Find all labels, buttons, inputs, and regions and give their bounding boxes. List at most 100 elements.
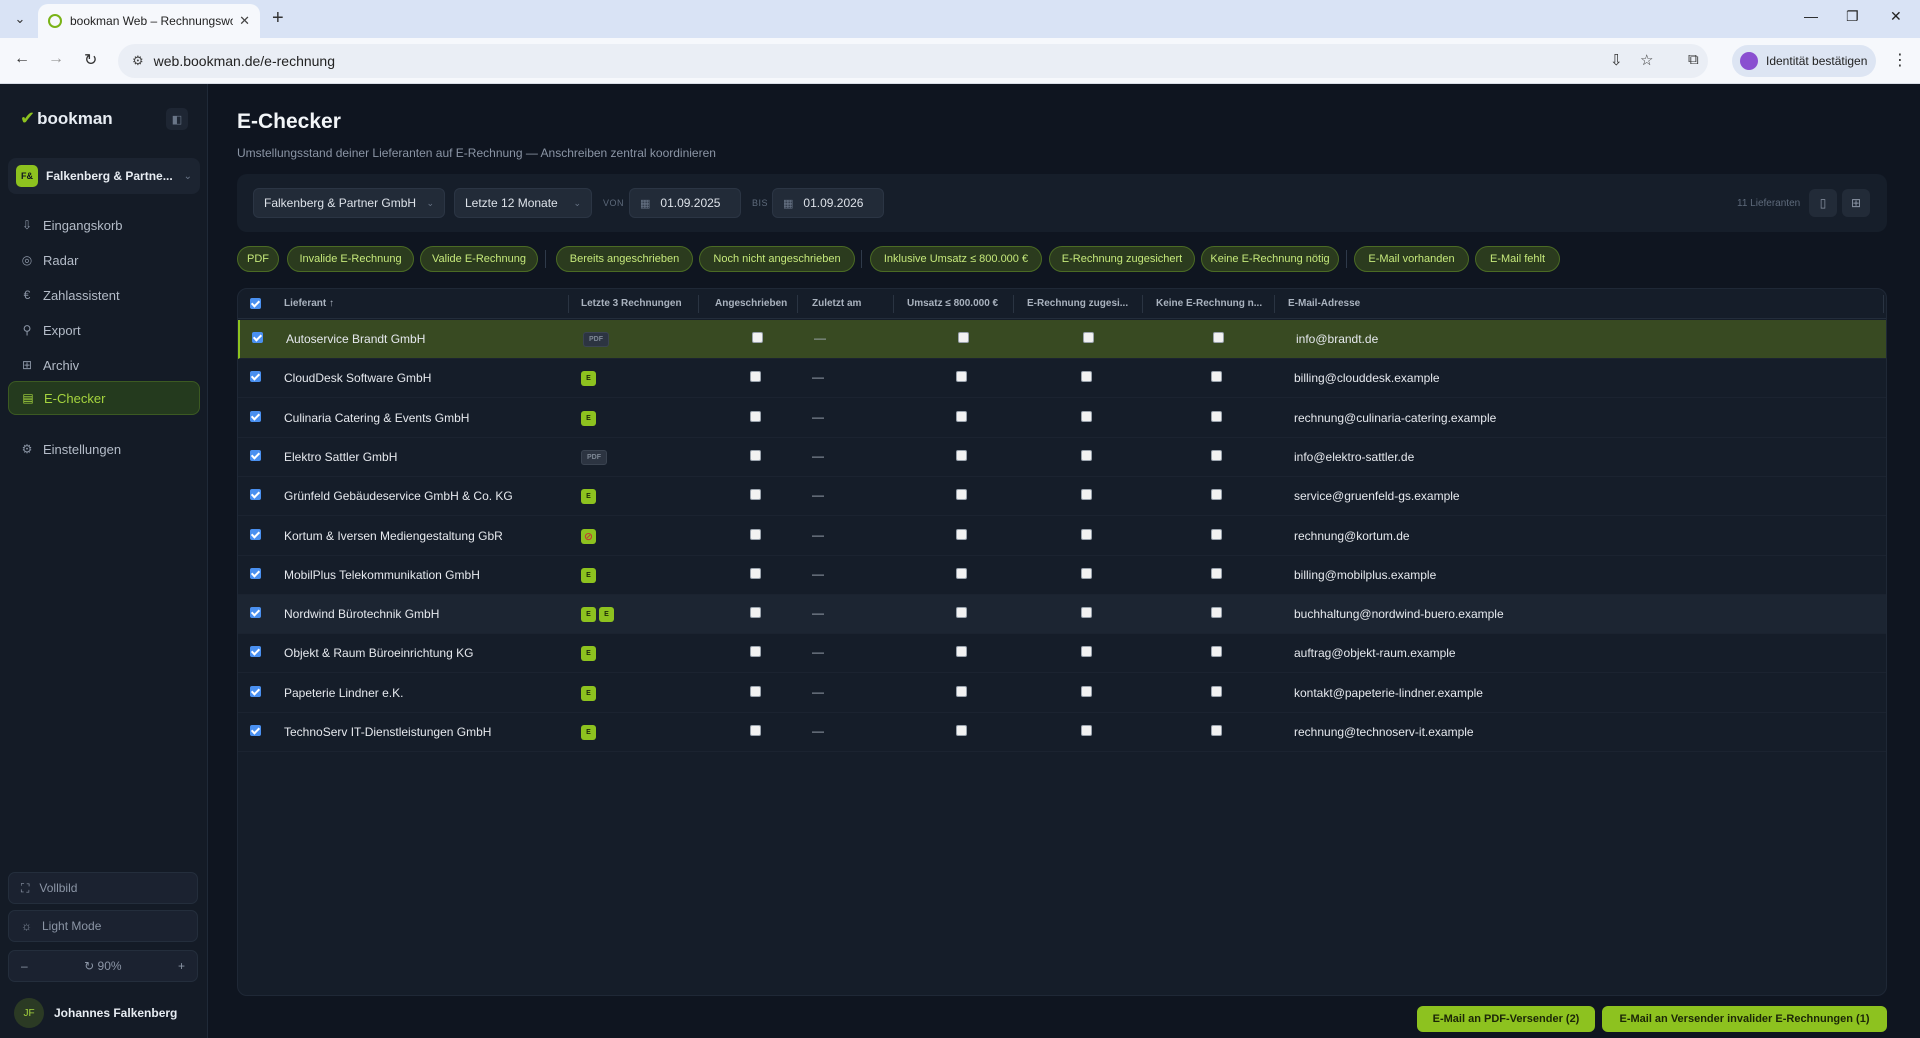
keine-e-rechnung-checkbox[interactable] [1211,489,1222,501]
chip-e-rechnung-zugesichert[interactable]: E-Rechnung zugesichert [1049,246,1195,272]
table-row[interactable]: CloudDesk Software GmbH E — billing@cloudde… [238,359,1886,399]
period-select[interactable]: Letzte 12 Monate ⌄ [454,188,592,218]
col-umsatz[interactable]: Umsatz ≤ 800.000 € [907,298,998,309]
supplier-email[interactable]: buchhaltung@nordwind-buero.example [1294,607,1504,621]
row-select-checkbox[interactable] [250,371,261,383]
e-rechnung-zugesichert-checkbox[interactable] [1081,528,1092,540]
supplier-email[interactable]: rechnung@kortum.de [1294,529,1410,543]
sidebar-item-radar[interactable]: ◎ Radar [8,243,200,277]
table-row[interactable]: Papeterie Lindner e.K. E — kontakt@papeteri… [238,674,1886,713]
sidebar-collapse-icon[interactable]: ◧ [166,108,188,130]
sidebar-item-export[interactable]: ⚲ Export [8,313,200,347]
supplier-email[interactable]: info@elektro-sattler.de [1294,450,1414,464]
tab-close-icon[interactable]: ✕ [239,13,250,29]
keine-e-rechnung-checkbox[interactable] [1211,528,1222,540]
row-select-checkbox[interactable] [250,528,261,540]
supplier-email[interactable]: rechnung@culinaria-catering.example [1294,411,1496,425]
e-rechnung-zugesichert-checkbox[interactable] [1081,489,1092,501]
supplier-email[interactable]: rechnung@technoserv-it.example [1294,725,1474,739]
fullscreen-button[interactable]: ⛶ Vollbild [8,872,198,904]
e-rechnung-zugesichert-checkbox[interactable] [1081,567,1092,579]
col-lieferant[interactable]: Lieferant ↑ [284,298,334,309]
umsatz-checkbox[interactable] [956,410,967,422]
reload-icon[interactable]: ↻ [84,50,97,70]
row-select-checkbox[interactable] [250,725,261,736]
umsatz-checkbox[interactable] [956,607,967,619]
e-rechnung-zugesichert-checkbox[interactable] [1081,725,1092,736]
e-invoice-badge[interactable]: E [581,371,596,387]
e-invoice-badge[interactable]: E [581,607,596,623]
angeschrieben-checkbox[interactable] [750,371,761,383]
row-select-checkbox[interactable] [250,449,261,461]
supplier-email[interactable]: billing@mobilplus.example [1294,568,1436,582]
col-zuletzt-am[interactable]: Zuletzt am [812,298,861,309]
table-row[interactable]: MobilPlus Telekommunikation GmbH E — billin… [238,556,1886,595]
e-invoice-badge[interactable]: E [581,725,596,740]
col-email[interactable]: E-Mail-Adresse [1288,298,1360,309]
user-profile[interactable]: JF Johannes Falkenberg [14,998,177,1028]
umsatz-checkbox[interactable] [958,332,969,343]
restore-icon[interactable]: ❐ [1846,8,1859,25]
keine-e-rechnung-checkbox[interactable] [1211,567,1222,579]
keine-e-rechnung-checkbox[interactable] [1211,646,1222,658]
forward-icon[interactable]: → [48,50,64,68]
row-select-checkbox[interactable] [250,607,261,619]
tab-search-icon[interactable]: ⌄ [8,8,32,30]
chip-noch-nicht-angeschrieben[interactable]: Noch nicht angeschrieben [699,246,855,272]
table-row[interactable]: Nordwind Bürotechnik GmbH E E — buchhaltung@… [238,595,1886,635]
bookmark-star-icon[interactable]: ☆ [1640,51,1653,69]
company-select[interactable]: Falkenberg & Partner GmbH ⌄ [253,188,445,218]
from-date-field[interactable]: ▦ 01.09.2025 [629,188,741,218]
zoom-out-button[interactable]: – [21,959,28,973]
supplier-email[interactable]: kontakt@papeterie-lindner.example [1294,686,1483,700]
table-row[interactable]: Autoservice Brandt GmbH PDF — info@brandt.d… [238,320,1886,359]
extensions-icon[interactable]: ⧉ [1688,51,1699,68]
angeschrieben-checkbox[interactable] [750,607,761,619]
angeschrieben-checkbox[interactable] [750,410,761,422]
keine-e-rechnung-checkbox[interactable] [1211,725,1222,736]
umsatz-checkbox[interactable] [956,685,967,697]
sidebar-item-eingangskorb[interactable]: ⇩ Eingangskorb [8,208,200,242]
angeschrieben-checkbox[interactable] [750,725,761,736]
browser-tab[interactable]: bookman Web – Rechnungsworkfl ✕ [38,4,260,38]
clipboard-icon[interactable]: ▯ [1809,189,1837,217]
umsatz-checkbox[interactable] [956,528,967,540]
keine-e-rechnung-checkbox[interactable] [1211,371,1222,383]
email-invalid-sender-button[interactable]: E-Mail an Versender invalider E-Rechnung… [1602,1006,1887,1032]
new-tab-icon[interactable]: + [272,8,284,28]
org-switcher[interactable]: F& Falkenberg & Partne... ⌄ [8,158,200,194]
minimize-icon[interactable]: — [1804,8,1818,24]
table-row[interactable]: TechnoServ IT-Dienstleistungen GmbH E — rec… [238,713,1886,752]
col-letzte-rechnungen[interactable]: Letzte 3 Rechnungen [581,298,682,309]
umsatz-checkbox[interactable] [956,567,967,579]
umsatz-checkbox[interactable] [956,489,967,501]
e-invoice-badge[interactable]: E [581,410,596,426]
chip-email-vorhanden[interactable]: E-Mail vorhanden [1354,246,1469,272]
table-row[interactable]: Elektro Sattler GmbH PDF — info@elektro-sat… [238,438,1886,477]
supplier-email[interactable]: service@gruenfeld-gs.example [1294,489,1460,503]
angeschrieben-checkbox[interactable] [750,489,761,501]
url-field[interactable]: ⚙ web.bookman.de/e-rechnung [118,44,1708,78]
angeschrieben-checkbox[interactable] [752,332,763,343]
umsatz-checkbox[interactable] [956,449,967,461]
e-invoice-badge[interactable]: E [599,607,614,623]
back-icon[interactable]: ← [14,50,30,68]
chip-email-fehlt[interactable]: E-Mail fehlt [1475,246,1560,272]
row-select-checkbox[interactable] [250,410,261,422]
table-row[interactable]: Grünfeld Gebäudeservice GmbH & Co. KG E — s… [238,477,1886,517]
to-date-field[interactable]: ▦ 01.09.2026 [772,188,884,218]
e-invoice-badge[interactable]: E [581,646,596,662]
e-rechnung-zugesichert-checkbox[interactable] [1081,410,1092,422]
angeschrieben-checkbox[interactable] [750,449,761,461]
e-invoice-badge[interactable]: E [581,489,596,505]
select-all-checkbox[interactable] [250,298,261,309]
chip-valide-e-rechnung[interactable]: Valide E-Rechnung [420,246,538,272]
e-rechnung-zugesichert-checkbox[interactable] [1081,607,1092,619]
install-icon[interactable]: ⇩ [1610,51,1623,69]
invalid-e-invoice-badge[interactable]: ⊘ [581,528,596,544]
keine-e-rechnung-checkbox[interactable] [1211,607,1222,619]
light-mode-button[interactable]: ☼ Light Mode [8,910,198,942]
keine-e-rechnung-checkbox[interactable] [1211,410,1222,422]
keine-e-rechnung-checkbox[interactable] [1211,449,1222,461]
sidebar-item-zahlassistent[interactable]: € Zahlassistent [8,278,200,312]
